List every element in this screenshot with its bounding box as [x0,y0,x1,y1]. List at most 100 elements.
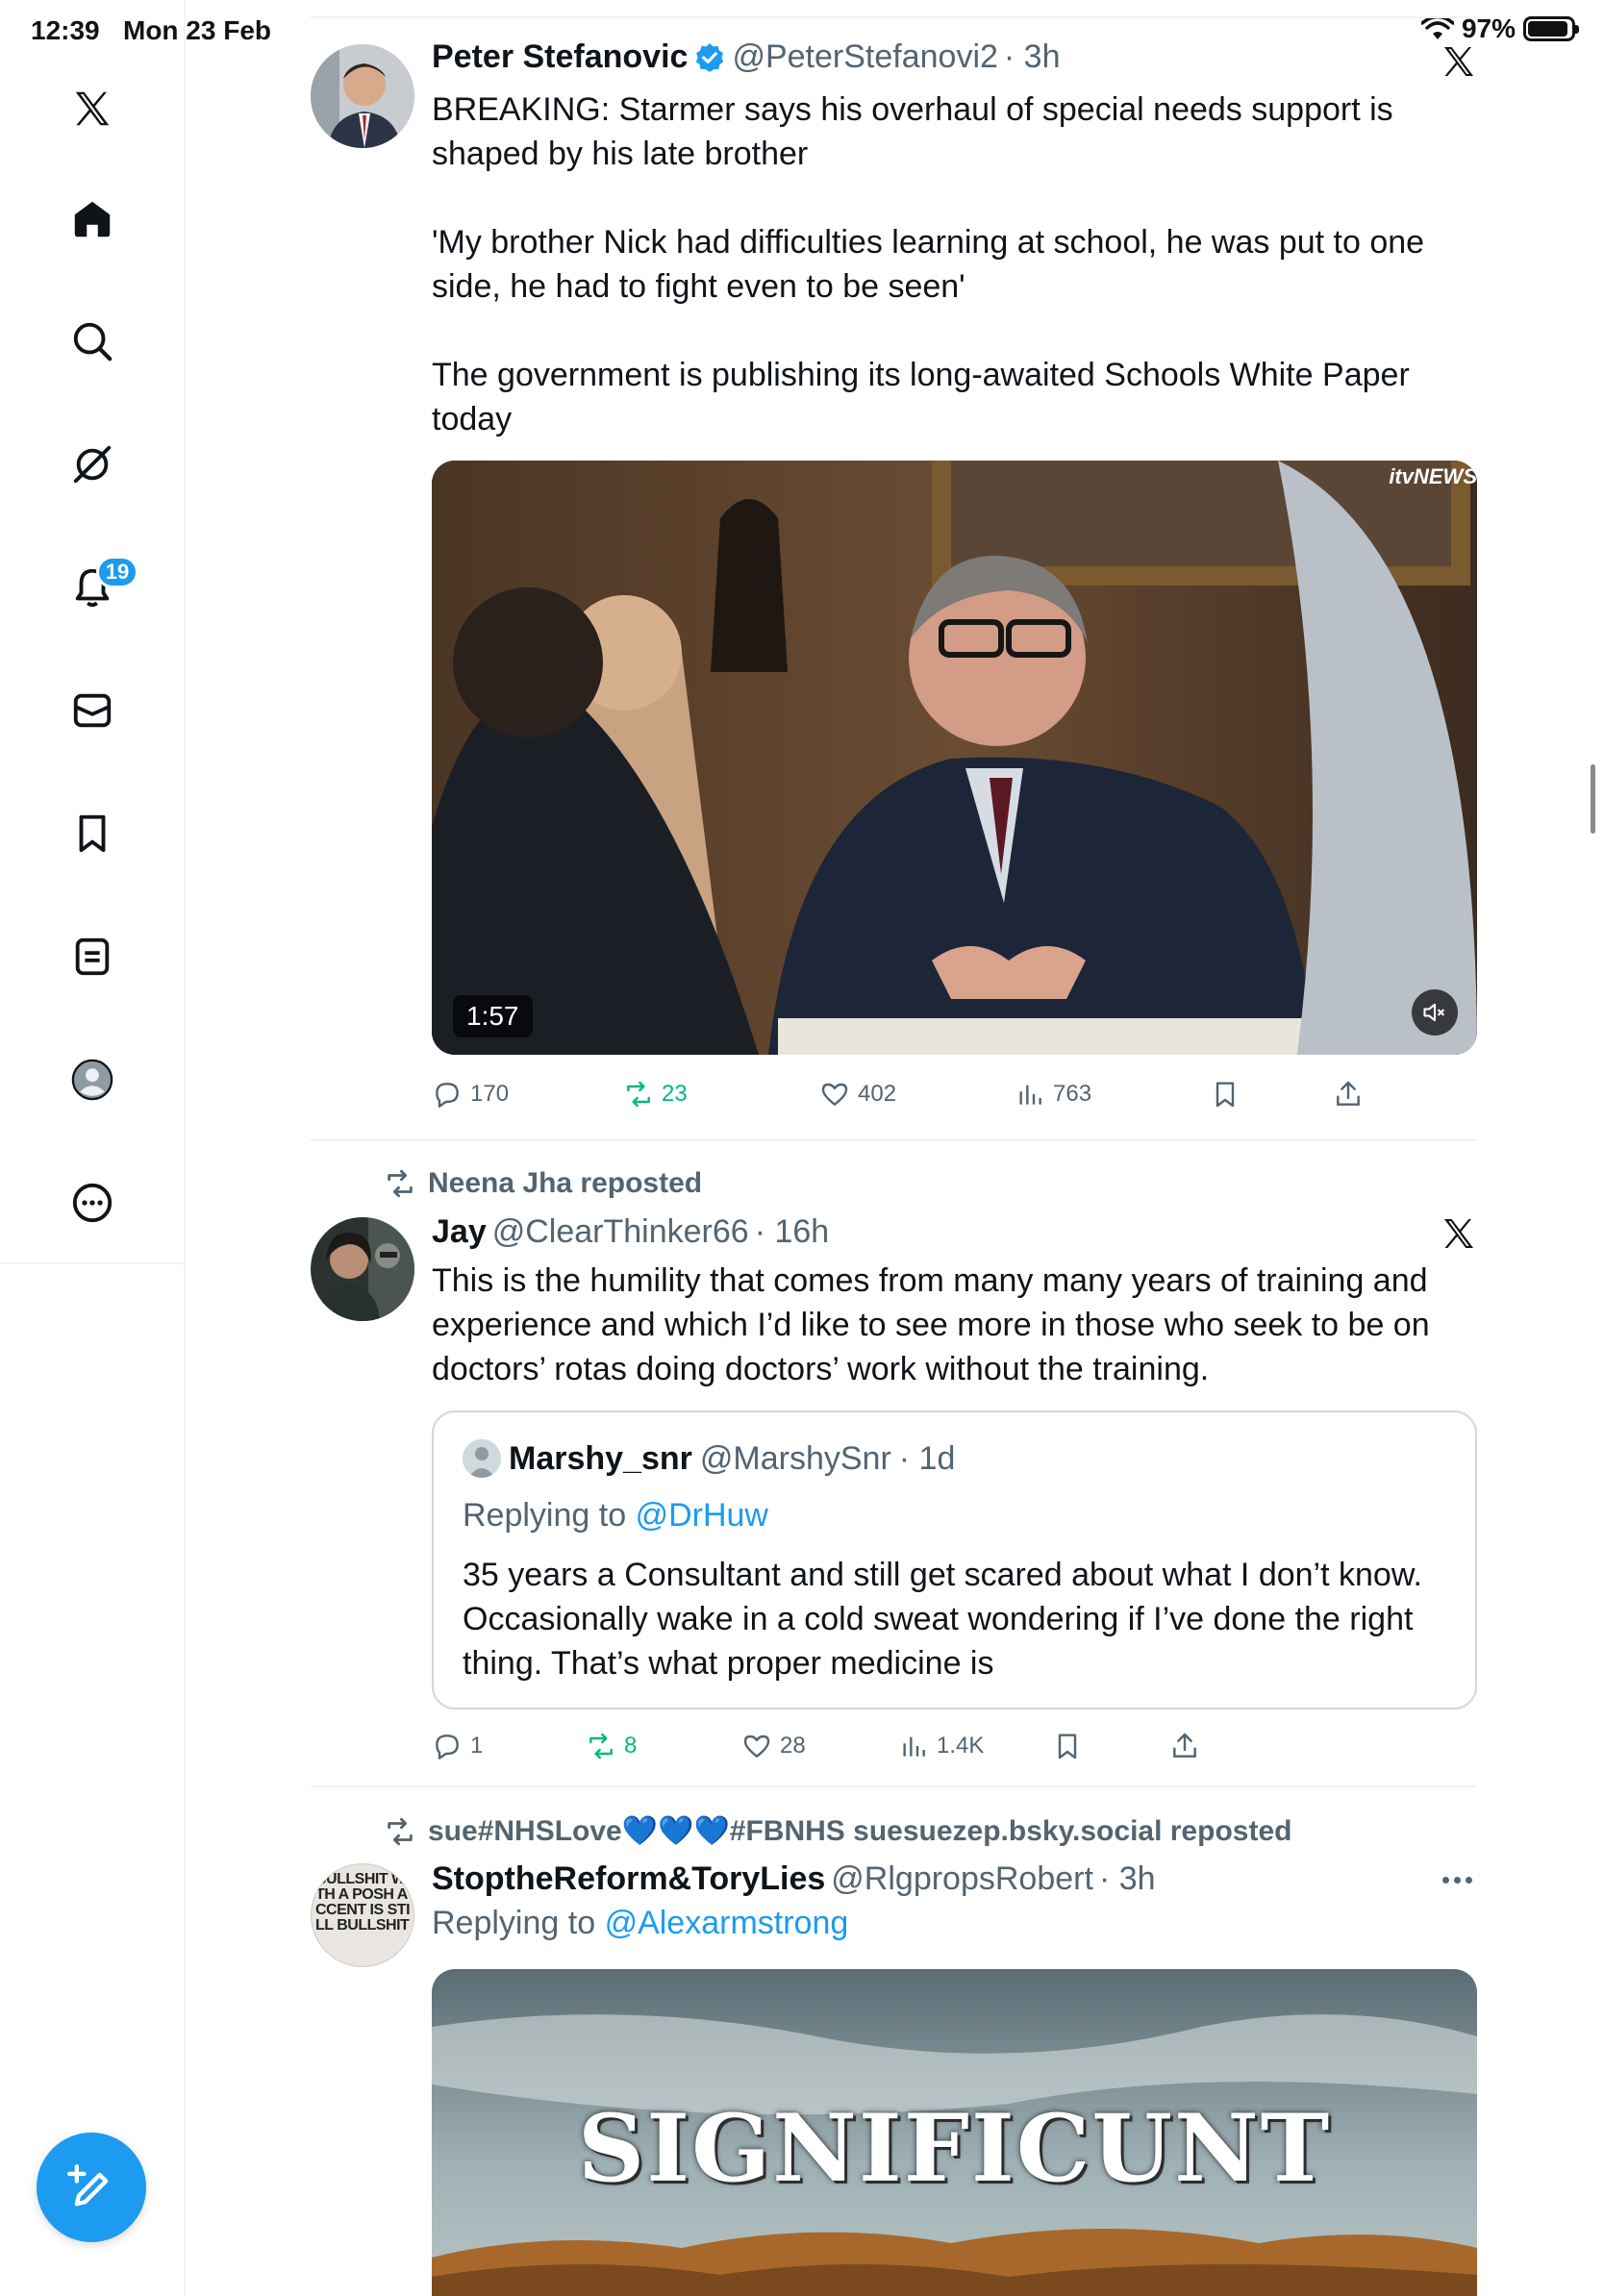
mute-button[interactable] [1412,989,1458,1036]
more-options-button[interactable] [1442,1865,1481,1894]
tweet-header: Peter Stefanovic @PeterStefanovi2 · 3h [432,38,1061,76]
reposted-by-label: Neena Jha reposted [428,1167,703,1199]
muted-speaker-icon [1423,1003,1445,1022]
avatar[interactable] [311,44,414,148]
compose-icon [67,2164,109,2207]
avatar[interactable]: BULLSHIT WITH A POSH ACCENT IS STILL BUL… [311,1863,414,1967]
grok-icon[interactable] [63,436,121,493]
image-caption-text: SIGNIFICUNT [577,2094,1332,2203]
tweet-actions: 1 8 28 1.4K [432,1725,1480,1767]
scroll-indicator[interactable] [1591,764,1595,834]
share-icon [1337,1081,1360,1106]
reposted-by-label: sue#NHSLove💙💙💙#FBNHS suesuezep.bsky.soci… [428,1815,1292,1847]
dot [1442,1876,1449,1884]
tweet-actions: 170 23 402 763 [432,1073,1480,1115]
tweet-time[interactable]: · 3h [1004,38,1061,76]
sidebar-divider [0,1262,186,1264]
sidebar: 19 [0,0,186,2296]
dot [1454,1876,1461,1884]
view-count: 1.4K [937,1733,985,1759]
x-logo-icon[interactable] [63,80,121,137]
repost-count: 8 [624,1733,638,1759]
messages-icon[interactable] [63,682,121,739]
repost-button[interactable]: 23 [623,1073,688,1115]
x-logo-icon [1444,47,1473,76]
person-photo-icon [311,1217,414,1321]
reply-count: 1 [470,1733,484,1759]
tweet-header: Jay @ClearThinker66 · 16h [432,1213,829,1251]
notifications-badge: 19 [96,556,138,588]
tweet-divider [311,1139,1477,1141]
reply-count: 170 [470,1081,510,1107]
repost-icon [388,1817,413,1845]
author-handle[interactable]: @RlgpropsRobert [831,1860,1093,1898]
bookmarks-icon[interactable] [63,805,121,862]
replying-to-link[interactable]: @Alexarmstrong [605,1905,849,1941]
search-icon[interactable] [63,312,121,370]
like-button[interactable]: 28 [741,1725,806,1767]
like-count: 28 [780,1733,806,1759]
analytics-icon [903,1736,925,1757]
analytics-icon [1019,1085,1041,1105]
author-handle[interactable]: @PeterStefanovi2 [732,38,997,76]
replying-to-link[interactable]: @DrHuw [636,1497,768,1534]
author-name[interactable]: Jay [432,1213,487,1251]
share-icon [1173,1733,1196,1758]
video-duration: 1:57 [453,995,533,1037]
share-button[interactable] [1333,1073,1364,1115]
author-name[interactable]: Peter Stefanovic [432,38,688,76]
media-brand-watermark: itvNEWS [1389,464,1477,488]
reposted-by[interactable]: Neena Jha reposted [384,1167,702,1200]
quote-text: 35 years a Consultant and still get scar… [463,1557,1422,1682]
dot [1466,1876,1472,1884]
reply-button[interactable]: 170 [432,1073,509,1115]
bookmark-icon [1216,1082,1235,1108]
quote-author-name[interactable]: Marshy_snr [509,1440,692,1478]
replying-to-label: Replying to [463,1497,627,1534]
profile-avatar-icon[interactable] [63,1051,121,1109]
repost-button[interactable]: 8 [586,1725,637,1767]
default-avatar-icon [463,1439,501,1478]
home-icon[interactable] [63,190,121,248]
views-button[interactable]: 763 [1015,1073,1091,1115]
quote-header: Marshy_snr @MarshySnr · 1d [463,1439,955,1478]
top-divider [311,16,1476,18]
avatar[interactable] [311,1217,414,1321]
battery-icon [1523,16,1579,41]
reply-icon [436,1734,459,1759]
compose-button[interactable] [37,2133,146,2242]
bookmark-icon [1058,1734,1077,1759]
lists-icon[interactable] [63,928,121,986]
tweet-header: StoptheReform&ToryLies @RlgpropsRobert ·… [432,1860,1156,1898]
views-button[interactable]: 1.4K [898,1725,984,1767]
view-count: 763 [1053,1081,1092,1107]
like-count: 402 [858,1081,897,1107]
tweet-image[interactable]: SIGNIFICUNT [432,1969,1477,2296]
wifi-icon [1420,16,1454,39]
reposted-by[interactable]: sue#NHSLove💙💙💙#FBNHS suesuezep.bsky.soci… [384,1814,1291,1848]
tweet-video[interactable]: itvNEWS 1:57 [432,461,1477,1055]
reply-button[interactable]: 1 [432,1725,483,1767]
x-logo-icon [1444,1219,1473,1248]
more-options-icon[interactable] [63,1174,121,1232]
quote-replying-to: Replying to @DrHuw [463,1497,768,1535]
tweet-time[interactable]: · 3h [1099,1860,1156,1898]
share-button[interactable] [1169,1725,1200,1767]
author-name[interactable]: StoptheReform&ToryLies [432,1860,825,1898]
video-thumbnail [432,461,1477,1055]
tweet-divider [311,1785,1477,1787]
bookmark-button[interactable] [1052,1725,1083,1767]
replying-to: Replying to @Alexarmstrong [432,1905,848,1942]
person-photo-icon [311,44,414,148]
tweet-text: This is the humility that comes from man… [432,1262,1430,1387]
repost-icon [589,1733,613,1759]
like-button[interactable]: 402 [819,1073,896,1115]
quoted-tweet[interactable]: Marshy_snr @MarshySnr · 1d Replying to @… [432,1410,1477,1710]
replying-to-label: Replying to [432,1905,596,1941]
verified-badge-icon [696,42,724,72]
bookmark-button[interactable] [1210,1073,1241,1115]
tweet-time[interactable]: · 16h [755,1213,830,1251]
quote-author-handle[interactable]: @MarshySnr [700,1440,891,1478]
repost-icon [627,1081,650,1108]
author-handle[interactable]: @ClearThinker66 [492,1213,749,1251]
